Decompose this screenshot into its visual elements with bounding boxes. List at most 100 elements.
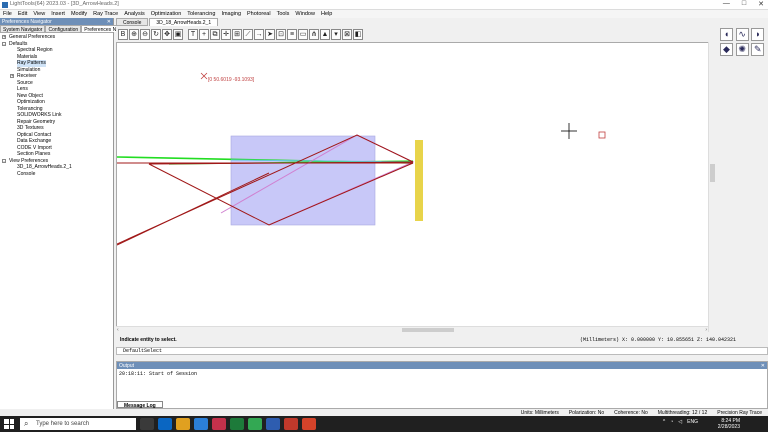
collapse-icon[interactable]: - — [2, 158, 6, 163]
edge-icon[interactable] — [194, 418, 208, 430]
arrow-right-icon[interactable]: → — [254, 28, 264, 40]
maximize-button[interactable]: □ — [742, 0, 746, 10]
search-placeholder: Type here to search — [36, 421, 90, 427]
menu-bar: File Edit View Insert Modify Ray Trace A… — [0, 10, 768, 18]
output-close-icon[interactable]: ✕ — [761, 363, 765, 369]
fit-view-icon[interactable]: ▣ — [173, 28, 183, 40]
horizontal-scroll-thumb[interactable] — [402, 328, 454, 332]
measure-icon[interactable]: ⟋ — [243, 28, 253, 40]
expand-icon[interactable]: + — [10, 74, 14, 78]
title-bar: LightTools(64) 2023.03 - [3D_ArrowHeads.… — [0, 0, 768, 10]
freeform-icon[interactable]: ∿ — [735, 28, 749, 41]
minimize-button[interactable]: — — [723, 0, 730, 10]
prism-icon[interactable]: ◆ — [720, 42, 733, 56]
menu-tolerancing[interactable]: Tolerancing — [184, 10, 218, 18]
close-button[interactable]: ✕ — [758, 0, 764, 10]
menu-view[interactable]: View — [30, 10, 48, 18]
clock[interactable]: 8:24 PM 2/28/2023 — [718, 418, 740, 430]
panel-title: Preferences Navigator — [2, 19, 52, 25]
menu-optimization[interactable]: Optimization — [148, 10, 185, 18]
lens-element-icon[interactable]: ◖ — [720, 28, 733, 41]
pan-icon[interactable]: ✥ — [162, 28, 172, 40]
menu-modify[interactable]: Modify — [68, 10, 90, 18]
search-icon: ⌕ — [24, 419, 29, 428]
cursor-coordinates: (Millimeters) X: 0.000000 Y: 10.855651 Z… — [580, 337, 737, 343]
clock-date: 2/28/2023 — [717, 424, 740, 430]
ray-trace-icon[interactable]: ▲ — [320, 28, 330, 40]
volume-icon[interactable]: ◁ — [678, 419, 682, 425]
network-icon[interactable]: ◔ — [670, 419, 673, 425]
tab-console[interactable]: Console — [116, 18, 149, 26]
tab-3d-view[interactable]: 3D_18_ArrowHeads.2_1 — [149, 18, 219, 26]
taskbar-search[interactable]: ⌕ Type here to search — [20, 418, 136, 430]
scene-canvas[interactable]: [0 50.6019 -93.1093] — [117, 43, 716, 332]
pick-box — [598, 131, 606, 139]
app-icon — [2, 2, 8, 8]
task-view-icon[interactable] — [140, 418, 154, 430]
zoom-out-icon[interactable]: ⊖ — [140, 28, 150, 40]
dropdown-icon[interactable]: ▾ — [331, 28, 341, 40]
menu-window[interactable]: Window — [292, 10, 318, 18]
language-indicator[interactable]: ENG — [687, 419, 698, 425]
tree-item-label: Console — [17, 170, 36, 177]
scroll-left-icon[interactable]: ‹ — [117, 327, 119, 333]
move-icon[interactable]: ✛ — [221, 28, 231, 40]
menu-file[interactable]: File — [0, 10, 15, 18]
scroll-right-icon[interactable]: › — [705, 327, 707, 333]
source-icon[interactable]: ✺ — [735, 42, 749, 56]
layers-icon[interactable]: ⧉ — [210, 28, 220, 40]
crosshair-cursor — [561, 123, 577, 139]
horizontal-scrollbar[interactable]: ‹ › — [116, 326, 708, 333]
tab-configuration[interactable]: Configuration — [45, 25, 82, 33]
menu-tools[interactable]: Tools — [274, 10, 293, 18]
rays-icon[interactable]: ⋔ — [309, 28, 319, 40]
mirror-icon[interactable]: ◗ — [751, 28, 765, 41]
output-line: 20:18:11: Start of Session — [119, 371, 198, 377]
coordinate-label: [0 50.6019 -93.1093] — [208, 77, 255, 83]
excel-icon[interactable] — [230, 418, 244, 430]
tray-chevron-icon[interactable]: ^ — [663, 419, 665, 425]
zoom-in-icon[interactable]: ⊕ — [129, 28, 139, 40]
menu-help[interactable]: Help — [318, 10, 335, 18]
grid-icon[interactable]: ⊡ — [276, 28, 286, 40]
chrome-icon[interactable] — [248, 418, 262, 430]
select-mode-icon[interactable]: B — [118, 28, 128, 40]
image-icon[interactable]: ◧ — [353, 28, 363, 40]
text-icon[interactable]: T — [188, 28, 198, 40]
word-icon[interactable] — [266, 418, 280, 430]
vertical-scroll-thumb[interactable] — [710, 164, 715, 182]
menu-imaging[interactable]: Imaging — [218, 10, 244, 18]
outlook-icon[interactable] — [158, 418, 172, 430]
menu-insert[interactable]: Insert — [48, 10, 68, 18]
tab-system-navigator[interactable]: System Navigator — [0, 25, 46, 33]
window-icon[interactable]: ▭ — [298, 28, 308, 40]
lighttools-icon[interactable] — [302, 418, 316, 430]
collapse-icon[interactable]: - — [2, 41, 6, 46]
file-explorer-icon[interactable] — [176, 418, 190, 430]
3d-viewport[interactable]: [0 50.6019 -93.1093] — [116, 42, 716, 332]
add-icon[interactable]: + — [199, 28, 209, 40]
vertical-scrollbar[interactable] — [708, 42, 716, 332]
menu-photoreal[interactable]: Photoreal — [244, 10, 274, 18]
tab-message-log[interactable]: Message Log — [117, 401, 163, 409]
app-icon[interactable] — [212, 418, 226, 430]
expand-icon[interactable]: + — [2, 35, 6, 39]
pointer-icon[interactable]: ➤ — [265, 28, 275, 40]
windows-start-icon[interactable] — [4, 419, 14, 429]
panel-close-icon[interactable]: ✕ — [107, 19, 111, 25]
list-icon[interactable]: ≡ — [287, 28, 297, 40]
tree-item[interactable]: Console — [0, 171, 113, 178]
element-palette: ◖ ∿ ◗ ◆ ✺ ✎ — [718, 26, 768, 58]
align-icon[interactable]: ⊞ — [232, 28, 242, 40]
lock-icon[interactable]: ⊠ — [342, 28, 352, 40]
menu-edit[interactable]: Edit — [15, 10, 30, 18]
menu-analysis[interactable]: Analysis — [121, 10, 147, 18]
view-toolbar: B ⊕ ⊖ ↻ ✥ ▣ T + ⧉ ✛ ⊞ ⟋ → ➤ ⊡ ≡ ▭ ⋔ ▲ ▾ … — [116, 26, 716, 42]
detector-surface[interactable] — [415, 140, 423, 221]
rotate-icon[interactable]: ↻ — [151, 28, 161, 40]
tool-icon[interactable]: ✎ — [751, 42, 765, 56]
output-title: Output — [119, 363, 135, 369]
command-line[interactable]: DefaultSelect — [116, 347, 768, 355]
menu-ray-trace[interactable]: Ray Trace — [90, 10, 121, 18]
powerpoint-icon[interactable] — [284, 418, 298, 430]
